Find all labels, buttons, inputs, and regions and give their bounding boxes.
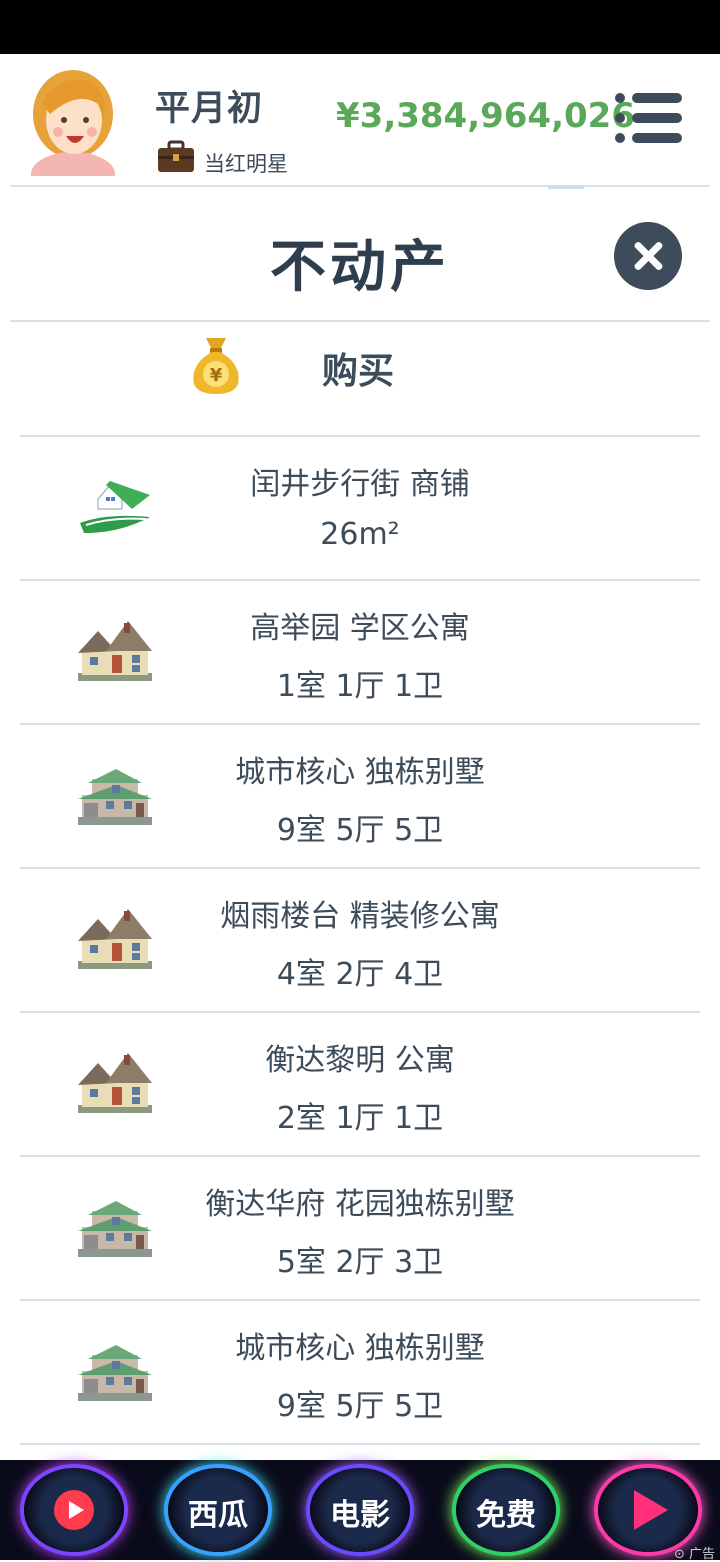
ad-movie-label: 电影: [330, 1498, 390, 1533]
svg-text:¥: ¥: [210, 365, 223, 386]
video-app-icon: [54, 1490, 94, 1530]
property-name: 城市核心 独栋别墅: [235, 1331, 485, 1366]
property-item[interactable]: 衡达黎明 公寓 2室 1厅 1卫: [20, 1013, 700, 1157]
ad-tag: ⊙ 广告: [674, 1547, 716, 1562]
ad-xigua-button[interactable]: 西瓜: [168, 1468, 268, 1552]
ad-movie-button[interactable]: 电影: [310, 1468, 410, 1552]
briefcase-icon: [158, 140, 194, 172]
property-name: 高举园 学区公寓: [250, 611, 470, 646]
ad-free-button[interactable]: 免费: [456, 1468, 556, 1552]
ad-video-button[interactable]: [24, 1468, 124, 1552]
property-detail: 26m²: [320, 517, 400, 552]
property-item[interactable]: 烟雨楼台 精装修公寓 4室 2厅 4卫: [20, 869, 700, 1013]
money-bag-icon: ¥: [193, 338, 239, 394]
money-balance: ¥3,384,964,026: [336, 96, 635, 136]
ad-play-button[interactable]: [598, 1468, 698, 1552]
property-detail: 9室 5厅 5卫: [276, 1389, 444, 1424]
player-header: 平月初 当红明星 ¥3,384,964,026: [0, 54, 720, 186]
play-icon: [634, 1490, 668, 1530]
buy-label: 购买: [322, 351, 395, 392]
property-name: 城市核心 独栋别墅: [235, 755, 485, 790]
property-item[interactable]: 城市核心 独栋别墅 9室 5厅 5卫: [20, 725, 700, 869]
avatar[interactable]: [28, 64, 118, 176]
menu-icon[interactable]: [612, 90, 684, 146]
scroll-indicator: [548, 185, 584, 189]
player-title: 当红明星: [204, 152, 288, 176]
ad-banner[interactable]: 西瓜 电影 免费: [0, 1460, 720, 1560]
panel-title: 不动产: [270, 235, 450, 300]
buy-button[interactable]: ¥ 购买: [0, 322, 720, 436]
status-bar: [0, 0, 720, 54]
ad-free-label: 免费: [476, 1498, 536, 1533]
player-name: 平月初: [155, 89, 264, 129]
property-name: 衡达华府 花园独栋别墅: [205, 1187, 515, 1222]
property-item[interactable]: 城市核心 独栋别墅 9室 5厅 5卫: [20, 1301, 700, 1445]
ad-xigua-label: 西瓜: [188, 1498, 248, 1533]
row-divider: [20, 1443, 700, 1445]
property-item[interactable]: 高举园 学区公寓 1室 1厅 1卫: [20, 581, 700, 725]
property-detail: 2室 1厅 1卫: [276, 1101, 444, 1136]
close-button[interactable]: [614, 222, 682, 290]
header-divider: [10, 185, 710, 187]
property-detail: 1室 1厅 1卫: [276, 669, 444, 704]
property-name: 衡达黎明 公寓: [265, 1043, 455, 1078]
property-name: 闰井步行街 商铺: [250, 467, 470, 502]
property-detail: 5室 2厅 3卫: [276, 1245, 444, 1280]
property-item[interactable]: 闰井步行街 商铺 26m²: [20, 437, 700, 581]
property-detail: 4室 2厅 4卫: [276, 957, 444, 992]
property-name: 烟雨楼台 精装修公寓: [220, 899, 500, 934]
property-detail: 9室 5厅 5卫: [276, 813, 444, 848]
property-item[interactable]: 衡达华府 花园独栋别墅 5室 2厅 3卫: [20, 1157, 700, 1301]
